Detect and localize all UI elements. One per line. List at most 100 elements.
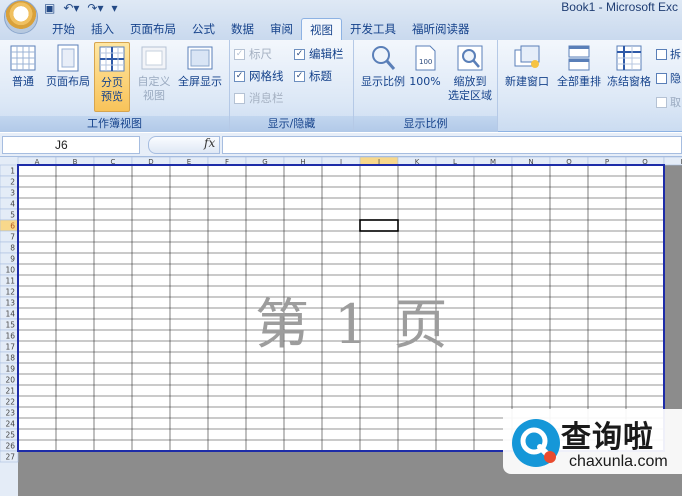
row-header-label: 15 bbox=[5, 321, 15, 330]
gridlines-check-icon: ✓ bbox=[234, 70, 245, 82]
tab-view[interactable]: 视图 bbox=[301, 18, 342, 40]
headings-checkbox[interactable]: ✓ 标题 bbox=[294, 68, 332, 84]
zoom-100-icon: 100 bbox=[415, 45, 436, 71]
row-header-label: 2 bbox=[10, 178, 15, 187]
row-header-label: 27 bbox=[5, 453, 15, 462]
customize-qat-icon[interactable]: ▾ bbox=[112, 1, 118, 15]
new-window-button[interactable]: 新建窗口 bbox=[502, 44, 552, 89]
zoom-button[interactable]: 显示比例 bbox=[358, 44, 408, 89]
hide-button[interactable]: 隐 bbox=[656, 70, 681, 86]
freeze-panes-icon bbox=[616, 45, 642, 71]
tab-review[interactable]: 审阅 bbox=[262, 18, 301, 40]
ruler-check-icon: ✓ bbox=[234, 48, 245, 60]
message-bar-checkbox[interactable]: 消息栏 bbox=[234, 90, 284, 106]
gridlines-checkbox[interactable]: ✓ 网格线 bbox=[234, 68, 284, 84]
selected-cell bbox=[359, 219, 399, 232]
headings-label: 标题 bbox=[309, 69, 332, 83]
unhide-icon bbox=[656, 96, 667, 108]
page-layout-label: 页面布局 bbox=[46, 75, 90, 88]
new-window-icon bbox=[514, 45, 540, 68]
tab-data[interactable]: 数据 bbox=[223, 18, 262, 40]
custom-views-button[interactable]: 自定义 视图 bbox=[134, 44, 174, 103]
message-bar-check-icon bbox=[234, 92, 245, 104]
ruler-checkbox[interactable]: ✓ 标尺 bbox=[234, 46, 272, 62]
row-header-label: 9 bbox=[10, 255, 15, 264]
row-header-label: 17 bbox=[5, 343, 15, 352]
formula-input[interactable] bbox=[222, 136, 682, 154]
row-header-label: 20 bbox=[5, 376, 15, 385]
page-break-preview-icon bbox=[99, 46, 125, 72]
custom-views-icon bbox=[141, 46, 167, 70]
row-header bbox=[0, 186, 19, 199]
ruler-label: 标尺 bbox=[249, 47, 272, 61]
row-header-label: 18 bbox=[5, 354, 15, 363]
row-header-label: 8 bbox=[10, 244, 15, 253]
undo-icon[interactable]: ↶▾ bbox=[63, 1, 79, 15]
ribbon-tabs: 开始 插入 页面布局 公式 数据 审阅 视图 开发工具 福昕阅读器 bbox=[44, 18, 478, 40]
group-window: 新建窗口 全部重排 冻结窗格 拆 隐 取 bbox=[498, 40, 682, 132]
row-header-label: 22 bbox=[5, 398, 15, 407]
tab-insert[interactable]: 插入 bbox=[83, 18, 122, 40]
row-header bbox=[0, 197, 19, 210]
svg-text:100: 100 bbox=[419, 58, 432, 66]
page-layout-view-button[interactable]: 页面布局 bbox=[42, 44, 94, 89]
page-break-label-2: 预览 bbox=[101, 90, 123, 103]
new-window-label: 新建窗口 bbox=[505, 75, 549, 88]
zoom-100-label: 100% bbox=[409, 75, 441, 88]
zoom-selection-icon bbox=[457, 45, 483, 71]
arrange-all-label: 全部重排 bbox=[557, 75, 601, 88]
ribbon: 普通 页面布局 分页 预览 自定义 视图 全屏显示 工作簿视图 ✓ 标尺 ✓ 网… bbox=[0, 40, 682, 132]
row-header-label: 1 bbox=[10, 167, 15, 176]
chaxunla-logo-icon bbox=[512, 419, 560, 467]
page-watermark: 第 1 页 bbox=[255, 293, 452, 356]
page-layout-icon bbox=[57, 44, 79, 72]
unhide-button[interactable]: 取 bbox=[656, 94, 681, 110]
row-header-label: 26 bbox=[5, 442, 15, 451]
zoom-selection-label-1: 缩放到 bbox=[453, 75, 487, 88]
row-header-label: 5 bbox=[10, 211, 15, 220]
row-header-label: 10 bbox=[5, 266, 15, 275]
group-label-show-hide: 显示/隐藏 bbox=[230, 116, 353, 132]
fullscreen-icon bbox=[187, 46, 213, 70]
window-title: Book1 - Microsoft Exc bbox=[561, 0, 678, 14]
formula-bar-checkbox[interactable]: ✓ 编辑栏 bbox=[294, 46, 344, 62]
arrange-all-button[interactable]: 全部重排 bbox=[554, 44, 604, 89]
insert-function-icon[interactable]: fx bbox=[204, 136, 215, 150]
tab-page-layout[interactable]: 页面布局 bbox=[122, 18, 184, 40]
group-label-workbook-views: 工作簿视图 bbox=[0, 116, 229, 132]
row-header bbox=[0, 219, 19, 232]
page-break-preview-button[interactable]: 分页 预览 bbox=[94, 42, 130, 112]
split-icon bbox=[656, 48, 667, 60]
message-bar-label: 消息栏 bbox=[249, 91, 284, 105]
group-workbook-views: 普通 页面布局 分页 预览 自定义 视图 全屏显示 工作簿视图 bbox=[0, 40, 230, 132]
site-url: chaxunla.com bbox=[569, 453, 668, 470]
office-button[interactable] bbox=[4, 0, 38, 34]
save-icon[interactable]: ▣ bbox=[44, 1, 55, 15]
row-header bbox=[0, 230, 19, 243]
redo-icon[interactable]: ↷▾ bbox=[87, 1, 103, 15]
split-button[interactable]: 拆 bbox=[656, 46, 681, 62]
site-watermark: 查询啦 chaxunla.com bbox=[503, 409, 682, 474]
magnifier-icon bbox=[372, 46, 396, 70]
freeze-panes-button[interactable]: 冻结窗格 bbox=[604, 44, 654, 89]
fullscreen-button[interactable]: 全屏显示 bbox=[174, 44, 226, 89]
tab-foxit-reader[interactable]: 福昕阅读器 bbox=[404, 18, 478, 40]
tab-formulas[interactable]: 公式 bbox=[184, 18, 223, 40]
normal-view-icon bbox=[10, 45, 36, 71]
name-box[interactable]: J6 bbox=[2, 136, 140, 154]
row-header-label: 11 bbox=[5, 277, 15, 286]
tab-home[interactable]: 开始 bbox=[44, 18, 83, 40]
normal-view-label: 普通 bbox=[12, 75, 34, 88]
zoom-label: 显示比例 bbox=[361, 75, 405, 88]
row-header-label: 16 bbox=[5, 332, 15, 341]
custom-views-label-1: 自定义 bbox=[137, 75, 171, 88]
zoom-100-button[interactable]: 100 100% bbox=[408, 44, 442, 89]
zoom-to-selection-button[interactable]: 缩放到 选定区域 bbox=[444, 44, 496, 103]
normal-view-button[interactable]: 普通 bbox=[4, 44, 42, 89]
quick-access-toolbar: ▣ ↶▾ ↷▾ ▾ bbox=[44, 0, 118, 16]
tab-developer[interactable]: 开发工具 bbox=[342, 18, 404, 40]
row-header bbox=[0, 164, 19, 177]
formula-bar: J6 fx bbox=[0, 133, 682, 157]
row-header-label: 24 bbox=[5, 420, 15, 429]
formula-bar-label: 编辑栏 bbox=[309, 47, 344, 61]
